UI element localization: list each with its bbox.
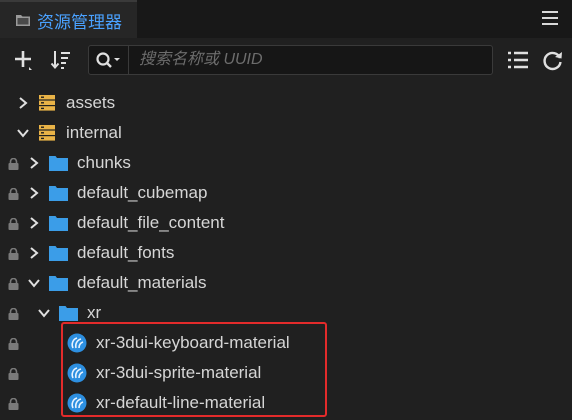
folder-icon: [49, 245, 68, 261]
search-icon[interactable]: [89, 46, 129, 74]
chevron-right-icon[interactable]: [16, 96, 30, 110]
chevron-down-icon[interactable]: [27, 276, 41, 290]
database-icon: [38, 95, 57, 111]
tree-item-label: default_cubemap: [77, 183, 208, 202]
tree-item-material[interactable]: xr-default-line-material: [0, 388, 572, 418]
tree-item-default-fonts[interactable]: default_fonts: [0, 238, 572, 268]
folder-open-icon: [59, 305, 78, 321]
panel-titlebar: 资源管理器: [0, 0, 572, 38]
search-box: [88, 45, 493, 75]
chevron-down-icon[interactable]: [16, 126, 30, 140]
tree-item-assets[interactable]: assets: [0, 88, 572, 118]
lock-icon: [8, 247, 19, 260]
lock-icon: [8, 157, 19, 170]
tree-item-label: xr: [87, 303, 102, 322]
tree-item-label: internal: [66, 123, 122, 142]
lock-icon: [8, 337, 19, 350]
panel-title: 资源管理器: [37, 12, 122, 32]
tree-item-label: default_fonts: [77, 243, 175, 262]
list-view-icon[interactable]: [506, 48, 530, 72]
toolbar: [0, 38, 572, 82]
folder-icon: [49, 185, 68, 201]
tree-item-default-file-content[interactable]: default_file_content: [0, 208, 572, 238]
material-icon: [67, 333, 87, 353]
tree-item-label: xr-3dui-keyboard-material: [96, 333, 290, 352]
tree-item-chunks[interactable]: chunks: [0, 148, 572, 178]
folder-icon: [49, 155, 68, 171]
folder-panel-icon: [15, 13, 31, 27]
lock-icon: [8, 277, 19, 290]
tree-item-label: default_file_content: [77, 213, 225, 232]
chevron-right-icon[interactable]: [27, 246, 41, 260]
plus-icon[interactable]: [12, 48, 36, 72]
tree-item-material[interactable]: xr-3dui-sprite-material: [0, 358, 572, 388]
hamburger-menu-icon[interactable]: [542, 11, 558, 25]
refresh-icon[interactable]: [541, 48, 565, 72]
chevron-right-icon[interactable]: [27, 186, 41, 200]
lock-icon: [8, 397, 19, 410]
search-input[interactable]: [129, 46, 492, 74]
tree-item-label: chunks: [77, 153, 131, 172]
folder-icon: [49, 215, 68, 231]
material-icon: [67, 363, 87, 383]
folder-open-icon: [49, 275, 68, 291]
tree-item-xr[interactable]: xr: [0, 298, 572, 328]
tree-item-material[interactable]: xr-3dui-keyboard-material: [0, 328, 572, 358]
lock-icon: [8, 367, 19, 380]
tree-item-label: default_materials: [77, 273, 207, 292]
database-icon: [38, 125, 57, 141]
tree-item-label: xr-3dui-sprite-material: [96, 363, 262, 382]
chevron-right-icon[interactable]: [27, 156, 41, 170]
chevron-right-icon[interactable]: [27, 216, 41, 230]
material-icon: [67, 393, 87, 413]
sort-icon[interactable]: [50, 48, 74, 72]
tree-item-label: xr-default-line-material: [96, 393, 266, 412]
chevron-down-icon[interactable]: [37, 306, 51, 320]
tree-item-default-cubemap[interactable]: default_cubemap: [0, 178, 572, 208]
lock-icon: [8, 187, 19, 200]
tree-item-internal[interactable]: internal: [0, 118, 572, 148]
panel-tab[interactable]: 资源管理器: [0, 0, 137, 38]
lock-icon: [8, 307, 19, 320]
tree-item-default-materials[interactable]: default_materials: [0, 268, 572, 298]
lock-icon: [8, 217, 19, 230]
tree-item-label: assets: [66, 93, 116, 112]
